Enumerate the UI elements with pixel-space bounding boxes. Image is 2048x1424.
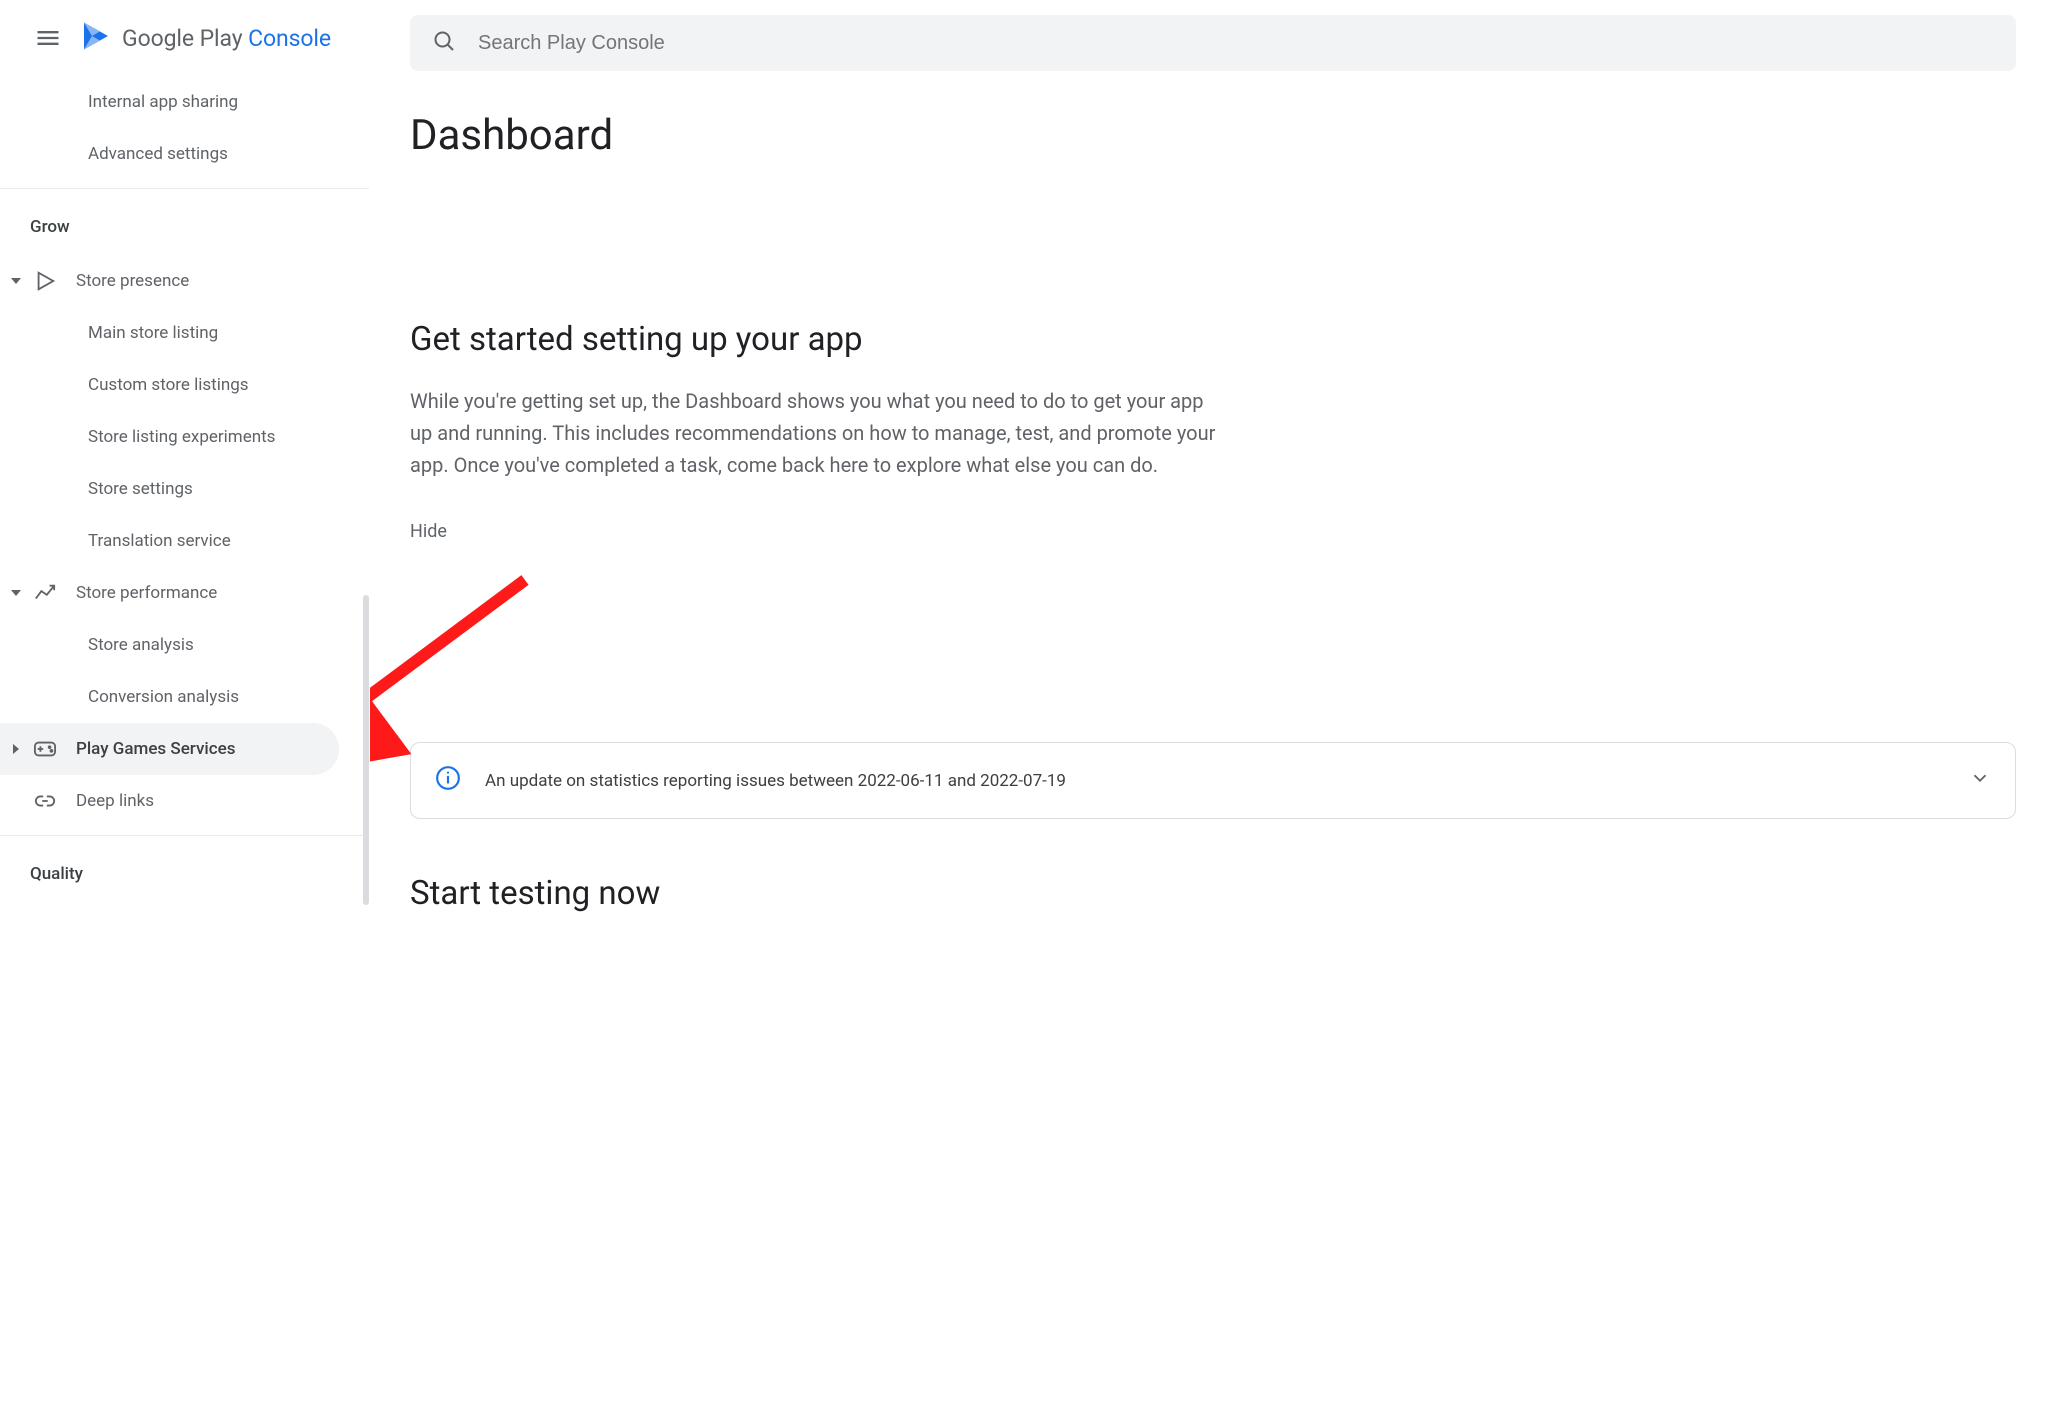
caret-right-icon: [6, 744, 26, 754]
annotation-arrow: [370, 570, 555, 770]
sidebar-item-store-presence[interactable]: Store presence: [0, 255, 369, 307]
sidebar-item-custom-store-listings[interactable]: Custom store listings: [0, 359, 369, 411]
info-icon: [435, 765, 461, 796]
sidebar-item-conversion-analysis[interactable]: Conversion analysis: [0, 671, 369, 723]
section-description: While you're getting set up, the Dashboa…: [410, 385, 1230, 481]
sidebar-item-store-performance[interactable]: Store performance: [0, 567, 369, 619]
section-heading-get-started: Get started setting up your app: [410, 320, 2008, 359]
sidebar-item-store-listing-experiments[interactable]: Store listing experiments: [0, 411, 369, 463]
brand-text: Google Play Console: [122, 25, 331, 52]
nav-label: Store presence: [76, 271, 189, 291]
sidebar-item-deep-links[interactable]: Deep links: [0, 775, 369, 827]
hide-link[interactable]: Hide: [410, 521, 447, 542]
sidebar-item-main-store-listing[interactable]: Main store listing: [0, 307, 369, 359]
sidebar-item-play-games-services[interactable]: Play Games Services: [0, 723, 339, 775]
sidebar-item-advanced-settings[interactable]: Advanced settings: [0, 128, 369, 180]
nav-label: Store performance: [76, 583, 217, 603]
gamepad-icon: [34, 741, 58, 757]
topbar: Google Play Console: [0, 0, 369, 76]
scrollbar[interactable]: [363, 595, 369, 905]
info-banner-text: An update on statistics reporting issues…: [485, 771, 1066, 791]
nav-label: Deep links: [76, 791, 154, 811]
section-heading-start-testing: Start testing now: [410, 874, 2008, 913]
trend-icon: [34, 582, 58, 604]
nav-label: Play Games Services: [76, 739, 235, 759]
link-icon: [34, 790, 58, 812]
main-content: Dashboard Get started setting up your ap…: [370, 0, 2048, 1424]
caret-down-icon: [6, 588, 26, 598]
store-presence-icon: [34, 270, 58, 292]
sidebar-item-store-analysis[interactable]: Store analysis: [0, 619, 369, 671]
page-title: Dashboard: [410, 111, 2048, 160]
section-label-grow: Grow: [0, 189, 369, 255]
info-banner[interactable]: An update on statistics reporting issues…: [410, 742, 2016, 819]
caret-down-icon: [6, 276, 26, 286]
sidebar-item-translation-service[interactable]: Translation service: [0, 515, 369, 567]
hamburger-menu-icon[interactable]: [34, 24, 62, 52]
play-console-icon: [80, 20, 112, 56]
search-icon: [432, 29, 456, 57]
brand-logo[interactable]: Google Play Console: [80, 20, 331, 56]
chevron-down-icon: [1969, 767, 1991, 794]
section-label-quality: Quality: [0, 836, 369, 902]
search-input[interactable]: [478, 32, 1994, 55]
sidebar-item-store-settings[interactable]: Store settings: [0, 463, 369, 515]
search-bar[interactable]: [410, 15, 2016, 71]
sidebar: Google Play Console Internal app sharing…: [0, 0, 370, 1424]
sidebar-item-internal-app-sharing[interactable]: Internal app sharing: [0, 76, 369, 128]
